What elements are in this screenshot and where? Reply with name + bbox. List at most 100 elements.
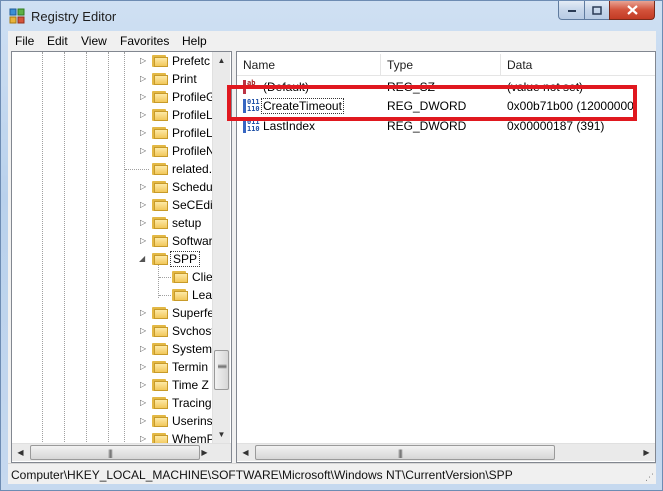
red-highlight-annotation [227,85,637,121]
menu-file[interactable]: File [15,34,34,48]
collapse-arrow-icon[interactable]: ◢ [139,254,147,263]
expand-arrow-icon[interactable]: ▷ [140,200,148,209]
tree-item[interactable]: related. [12,160,231,178]
expand-arrow-icon[interactable]: ▷ [140,416,148,425]
tree-connector [159,295,171,296]
scroll-down-arrow-icon[interactable]: ▼ [213,426,230,443]
column-header-name[interactable]: Name [243,58,275,72]
menu-help[interactable]: Help [182,34,207,48]
column-separator[interactable] [500,54,501,75]
expand-arrow-icon[interactable]: ▷ [140,236,148,245]
scroll-grip-icon: ||| [108,448,113,458]
tree-item[interactable]: ▷ ProfileL [12,124,231,142]
close-button[interactable] [609,1,655,20]
scroll-up-arrow-icon[interactable]: ▲ [213,52,230,69]
tree-item[interactable]: ▷ Tracing [12,394,231,412]
folder-icon [152,180,168,193]
expand-arrow-icon[interactable]: ▷ [140,398,148,407]
expand-arrow-icon[interactable]: ▷ [140,362,148,371]
column-separator[interactable] [380,54,381,75]
expand-arrow-icon[interactable]: ▷ [140,146,148,155]
tree-vertical-scroll-thumb[interactable]: ||| [214,350,229,390]
expand-arrow-icon[interactable]: ▷ [140,182,148,191]
tree-item[interactable]: ▷ setup [12,214,231,232]
expand-arrow-icon[interactable]: ▷ [140,434,148,443]
tree-item-label: Clie [192,270,213,284]
tree-item-label: ProfileL [172,126,213,140]
tree-item[interactable]: ▷ Userins [12,412,231,430]
title-bar[interactable]: Registry Editor [1,1,662,31]
tree-item-spp[interactable]: ◢ SPP [12,250,231,268]
tree-item[interactable]: ▷ Svchost [12,322,231,340]
folder-icon [152,126,168,139]
expand-arrow-icon[interactable]: ▷ [140,326,148,335]
expand-arrow-icon[interactable]: ▷ [140,380,148,389]
menu-edit[interactable]: Edit [47,34,68,48]
tree-item-label: System [172,342,213,356]
status-path: Computer\HKEY_LOCAL_MACHINE\SOFTWARE\Mic… [11,468,513,482]
folder-icon [152,324,168,337]
expand-arrow-icon[interactable]: ▷ [140,218,148,227]
folder-icon [152,54,168,67]
expand-arrow-icon[interactable]: ▷ [140,56,148,65]
expand-arrow-icon[interactable]: ▷ [140,92,148,101]
tree-item[interactable]: ▷ SeCEdit [12,196,231,214]
list-horizontal-scrollbar[interactable]: ◀ ||| ▶ [237,443,655,461]
tree-item[interactable]: ▷ System [12,340,231,358]
tree-item-label: ProfileL [172,108,213,122]
tree-item-label: Time Z [172,378,209,392]
tree-item[interactable]: ▷ Prefetc [12,52,231,70]
expand-arrow-icon[interactable]: ▷ [140,344,148,353]
scroll-right-arrow-icon[interactable]: ▶ [638,444,655,461]
scroll-right-arrow-icon[interactable]: ▶ [196,444,213,461]
tree-item[interactable]: ▷ ProfileN [12,142,231,160]
tree-item-label: ProfileN [172,144,215,158]
expand-arrow-icon[interactable]: ▷ [140,128,148,137]
tree-item-label: Print [172,72,197,86]
tree-item[interactable]: Lea [12,286,231,304]
close-icon [626,5,638,15]
scroll-left-arrow-icon[interactable]: ◀ [12,444,29,461]
expand-arrow-icon[interactable]: ▷ [140,74,148,83]
tree-connector [159,277,171,278]
tree-item[interactable]: ▷ ProfileL [12,106,231,124]
scroll-left-arrow-icon[interactable]: ◀ [237,444,254,461]
folder-icon [152,72,168,85]
tree-horizontal-scrollbar[interactable]: ◀ ||| ▶ [12,443,231,461]
tree-item[interactable]: ▷ Softwar [12,232,231,250]
expand-arrow-icon[interactable]: ▷ [140,308,148,317]
tree-item[interactable]: ▷ ProfileG [12,88,231,106]
minimize-button[interactable] [558,1,585,20]
column-header-type[interactable]: Type [387,58,413,72]
registry-editor-window: Registry Editor File Edit View Favorites… [0,0,663,491]
status-bar: Computer\HKEY_LOCAL_MACHINE\SOFTWARE\Mic… [8,463,656,484]
column-header-data[interactable]: Data [507,58,532,72]
dword-value-icon: 011 110 [243,119,260,133]
list-horizontal-scroll-thumb[interactable]: ||| [255,445,555,460]
registry-key-tree[interactable]: ▷ Prefetc ▷ Print ▷ ProfileG ▷ ProfileL … [11,51,232,463]
tree-item-label: ProfileG [172,90,216,104]
tree-horizontal-scroll-thumb[interactable]: ||| [30,445,200,460]
value-name: LastIndex [263,119,316,133]
expand-arrow-icon[interactable]: ▷ [140,110,148,119]
tree-item-label: Schedu [172,180,213,194]
menu-favorites[interactable]: Favorites [120,34,169,48]
tree-item[interactable]: ▷ Time Z [12,376,231,394]
tree-item[interactable]: ▷ Termin [12,358,231,376]
tree-item-label: Prefetc [172,54,211,68]
tree-item[interactable]: Clie [12,268,231,286]
tree-item-label: Superfe [172,306,215,320]
tree-item[interactable]: ▷ Schedu [12,178,231,196]
value-type: REG_DWORD [387,119,467,133]
maximize-icon [592,5,602,15]
maximize-button[interactable] [584,1,610,20]
open-folder-icon [152,252,168,265]
tree-item[interactable]: ▷ Superfe [12,304,231,322]
menu-view[interactable]: View [81,34,107,48]
size-grip-icon[interactable]: ⋰ [645,472,654,483]
registry-editor-app-icon [9,8,25,24]
folder-icon [152,342,168,355]
folder-icon [152,90,168,103]
folder-icon [152,306,168,319]
tree-item[interactable]: ▷ Print [12,70,231,88]
